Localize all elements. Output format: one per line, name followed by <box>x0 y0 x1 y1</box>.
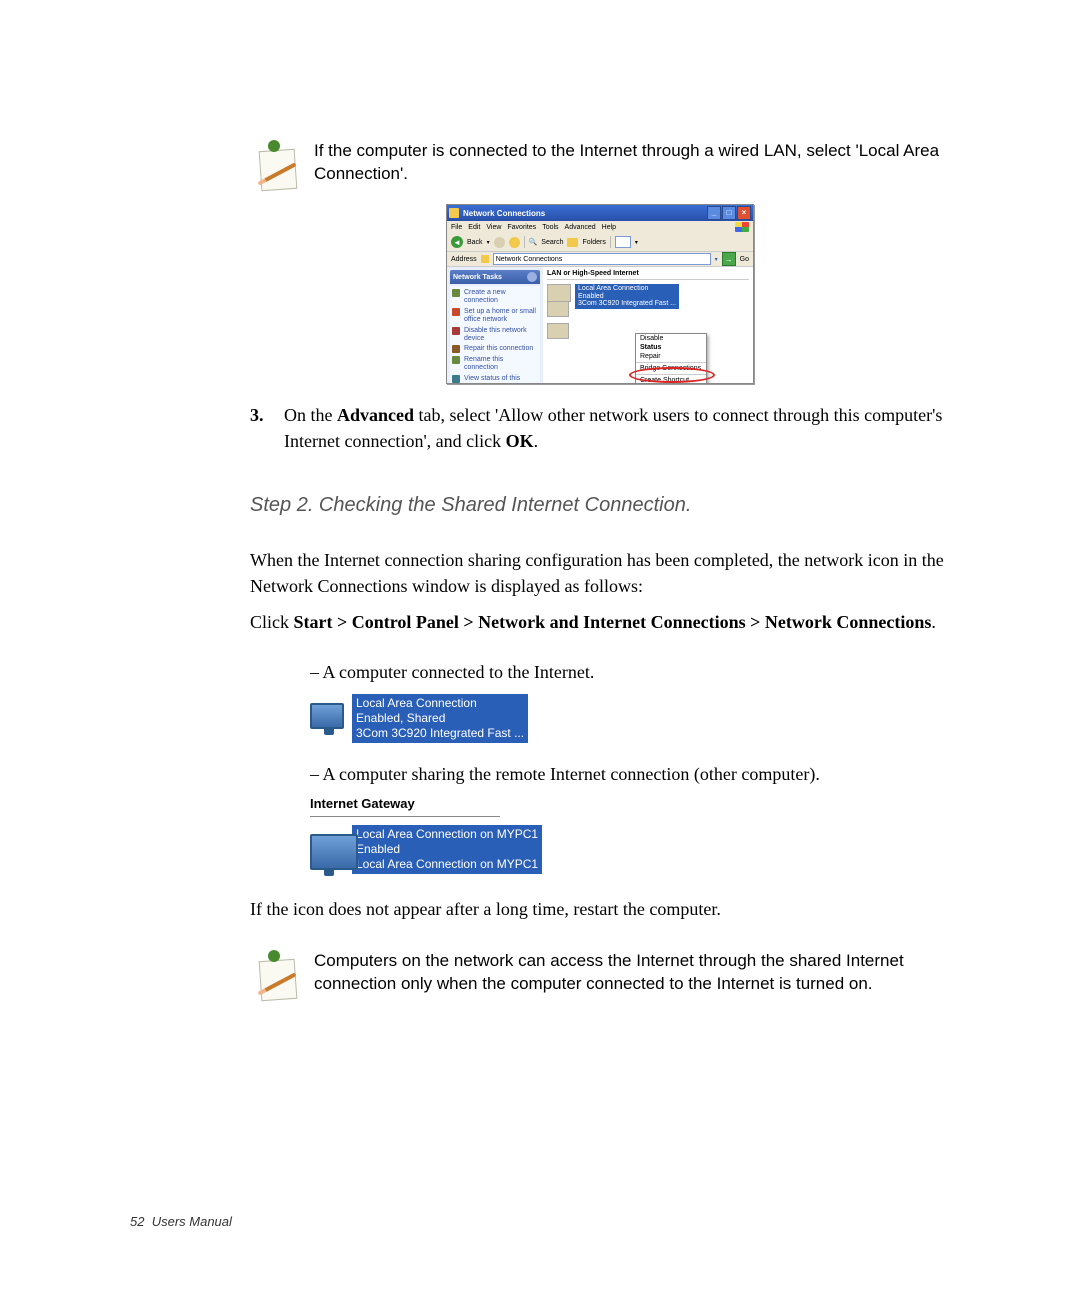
step-3: 3. On the Advanced tab, select 'Allow ot… <box>250 402 950 454</box>
menu-edit[interactable]: Edit <box>468 224 480 231</box>
lac-line: Local Area Connection on MYPC1 <box>356 857 538 872</box>
note-block-1: If the computer is connected to the Inte… <box>250 140 950 192</box>
back-button-icon[interactable]: ◄ <box>451 236 463 248</box>
address-label: Address <box>451 256 477 263</box>
go-button-icon[interactable]: → <box>722 252 736 266</box>
address-input[interactable] <box>493 253 711 265</box>
connection-thumb[interactable] <box>547 323 569 339</box>
content-area: LAN or High-Speed Internet Local Area Co… <box>543 267 753 384</box>
task-rename[interactable]: Rename this connection <box>452 355 538 374</box>
monitor-icon <box>310 834 348 864</box>
menu-help[interactable]: Help <box>602 224 616 231</box>
menu-view[interactable]: View <box>486 224 501 231</box>
menubar: File Edit View Favorites Tools Advanced … <box>447 221 753 233</box>
footer-title: Users Manual <box>152 1214 232 1229</box>
connection-item[interactable]: Local Area Connection Enabled 3Com 3C920… <box>547 284 749 309</box>
lac-line: Enabled, Shared <box>356 711 524 726</box>
step-number: 3. <box>250 402 284 454</box>
page-number: 52 <box>130 1214 144 1229</box>
connection-icon-gateway: Local Area Connection on MYPC1 Enabled L… <box>310 825 950 874</box>
windows-logo-icon <box>735 222 749 232</box>
bullet-text: – A computer connected to the Internet. <box>310 659 950 685</box>
collapse-icon[interactable] <box>527 272 537 282</box>
window-title: Network Connections <box>463 209 545 218</box>
up-button-icon[interactable] <box>509 237 520 248</box>
ctx-status[interactable]: Status <box>636 343 706 352</box>
connection-status: Enabled <box>578 293 676 301</box>
close-icon[interactable]: × <box>737 206 751 220</box>
task-repair[interactable]: Repair this connection <box>452 344 538 354</box>
connection-name: Local Area Connection <box>578 285 676 293</box>
network-connections-screenshot: Network Connections _ □ × File Edit View… <box>446 204 754 384</box>
menu-advanced[interactable]: Advanced <box>565 224 596 231</box>
ctx-bridge[interactable]: Bridge Connections <box>636 364 706 373</box>
note-icon <box>250 140 298 192</box>
views-button-icon[interactable] <box>615 236 631 248</box>
gateway-section-title: Internet Gateway <box>310 795 500 817</box>
lac-line: 3Com 3C920 Integrated Fast ... <box>356 726 524 741</box>
task-view-status[interactable]: View status of this connection <box>452 374 538 384</box>
note-text: Computers on the network can access the … <box>314 950 950 1002</box>
search-label[interactable]: Search <box>541 239 563 246</box>
tasks-panel-title: Network Tasks <box>453 274 502 281</box>
menu-file[interactable]: File <box>451 224 462 231</box>
back-button-label[interactable]: Back <box>467 239 483 246</box>
toolbar: ◄ Back ▾ 🔍 Search Folders ▾ <box>447 233 753 252</box>
minimize-icon[interactable]: _ <box>707 206 721 220</box>
lac-line: Local Area Connection <box>356 696 524 711</box>
go-button-label[interactable]: Go <box>740 256 749 263</box>
section-heading: Step 2. Checking the Shared Internet Con… <box>250 494 950 517</box>
monitor-icon <box>310 703 348 733</box>
connection-icon-shared: Local Area Connection Enabled, Shared 3C… <box>310 694 950 743</box>
task-create-connection[interactable]: Create a new connection <box>452 288 538 307</box>
maximize-icon[interactable]: □ <box>722 206 736 220</box>
context-menu: Disable Status Repair Bridge Connections… <box>635 333 707 384</box>
connection-device: 3Com 3C920 Integrated Fast ... <box>578 300 676 308</box>
search-icon[interactable]: 🔍 <box>529 238 538 246</box>
connection-thumb[interactable] <box>547 301 569 317</box>
task-setup-network[interactable]: Set up a home or small office network <box>452 307 538 326</box>
paragraph: When the Internet connection sharing con… <box>250 547 950 599</box>
menu-favorites[interactable]: Favorites <box>507 224 536 231</box>
paragraph: Click Start > Control Panel > Network an… <box>250 609 950 635</box>
section-header: LAN or High-Speed Internet <box>547 269 749 280</box>
lac-line: Local Area Connection on MYPC1 <box>356 827 538 842</box>
forward-button-icon[interactable] <box>494 237 505 248</box>
address-icon <box>481 255 489 263</box>
window-icon <box>449 208 459 218</box>
window-titlebar: Network Connections _ □ × <box>447 205 753 221</box>
paragraph: If the icon does not appear after a long… <box>250 896 950 922</box>
note-icon <box>250 950 298 1002</box>
note-text: If the computer is connected to the Inte… <box>314 140 950 192</box>
task-disable-device[interactable]: Disable this network device <box>452 326 538 345</box>
page-footer: 52 Users Manual <box>130 1214 232 1229</box>
folders-label[interactable]: Folders <box>582 239 605 246</box>
menu-tools[interactable]: Tools <box>542 224 558 231</box>
ctx-disable[interactable]: Disable <box>636 334 706 343</box>
ctx-repair[interactable]: Repair <box>636 352 706 361</box>
lac-line: Enabled <box>356 842 538 857</box>
address-bar: Address ▾ → Go <box>447 252 753 267</box>
manual-page: If the computer is connected to the Inte… <box>0 0 1080 1309</box>
note-block-2: Computers on the network can access the … <box>250 950 950 1002</box>
connection-icon <box>547 284 571 302</box>
folders-icon[interactable] <box>567 238 578 247</box>
bullet-text: – A computer sharing the remote Internet… <box>310 761 950 787</box>
tasks-panel: Network Tasks Create a new connection Se… <box>447 267 543 384</box>
ctx-shortcut[interactable]: Create Shortcut <box>636 376 706 384</box>
